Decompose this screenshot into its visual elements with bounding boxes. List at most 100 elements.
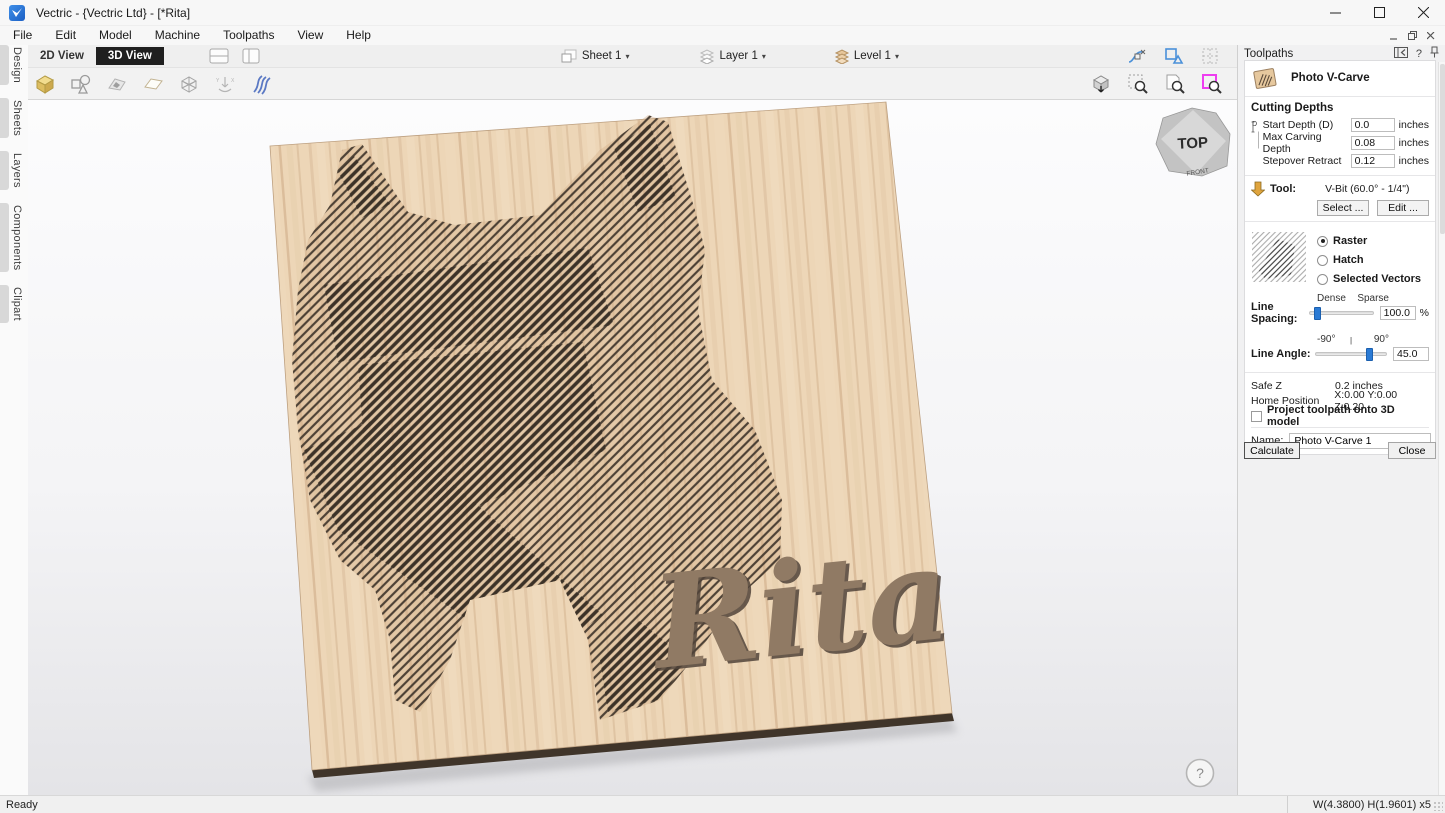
material-block-icon[interactable] bbox=[32, 71, 58, 97]
calculate-button[interactable]: Calculate bbox=[1244, 442, 1300, 459]
tab-3d-view[interactable]: 3D View bbox=[96, 47, 164, 65]
menu-view[interactable]: View bbox=[287, 26, 333, 45]
line-spacing-handle[interactable] bbox=[1314, 307, 1321, 320]
menu-machine[interactable]: Machine bbox=[145, 26, 210, 45]
line-spacing-block: Dense Sparse Line Spacing: % bbox=[1251, 293, 1429, 322]
project-toolpath-row: Project toolpath onto 3D model bbox=[1251, 408, 1429, 424]
raster-radio[interactable]: Raster bbox=[1317, 235, 1421, 247]
panel-help-icon[interactable]: ? bbox=[1416, 48, 1422, 60]
max-depth-row: Max Carving Depth inches bbox=[1263, 134, 1429, 152]
sidebar-tab-clipart[interactable]: Clipart bbox=[0, 285, 28, 323]
level-dropdown[interactable]: Level 1▾ bbox=[832, 48, 899, 64]
grid-snap-icon[interactable] bbox=[1197, 43, 1223, 69]
sheet-dropdown-label: Sheet 1 bbox=[582, 50, 622, 62]
menu-file[interactable]: File bbox=[3, 26, 42, 45]
sidebar-tab-components[interactable]: Components bbox=[0, 203, 28, 272]
sidebar-tab-layers[interactable]: Layers bbox=[0, 151, 28, 190]
line-angle-handle[interactable] bbox=[1366, 348, 1373, 361]
layer-dropdown[interactable]: Layer 1▾ bbox=[697, 48, 765, 64]
sparse-label: Sparse bbox=[1357, 293, 1389, 304]
vectric-app-window: Vectric - {Vectric Ltd} - [*Rita] File E… bbox=[0, 0, 1445, 813]
mdi-minimize-button[interactable] bbox=[1390, 27, 1398, 45]
max-depth-unit: inches bbox=[1399, 137, 1429, 149]
vbit-depth-diagram: D bbox=[1251, 116, 1259, 168]
max-depth-input[interactable] bbox=[1351, 136, 1395, 150]
zoom-box-icon[interactable] bbox=[1125, 71, 1151, 97]
material-plane-icon[interactable] bbox=[140, 71, 166, 97]
raster-label: Raster bbox=[1333, 235, 1367, 247]
radio-icon bbox=[1317, 236, 1328, 247]
menu-help[interactable]: Help bbox=[336, 26, 381, 45]
snap-geometry-icon[interactable] bbox=[1125, 43, 1151, 69]
cutting-depths-section: Cutting Depths D Start Depth (D) inches bbox=[1245, 97, 1435, 176]
isometric-view-icon[interactable] bbox=[1088, 71, 1114, 97]
datum-position-icon[interactable]: YX bbox=[212, 71, 238, 97]
3d-view-toolbar: YX bbox=[28, 68, 1237, 100]
project-toolpath-checkbox[interactable] bbox=[1251, 411, 1262, 422]
toolpath-visibility-icon[interactable] bbox=[248, 71, 274, 97]
zoom-selection-icon[interactable] bbox=[1199, 71, 1225, 97]
radio-icon bbox=[1317, 274, 1328, 285]
tool-edit-button[interactable]: Edit ... bbox=[1377, 200, 1429, 216]
view-orientation-cube[interactable]: TOP FRONT bbox=[1156, 108, 1230, 178]
line-spacing-slider[interactable] bbox=[1309, 311, 1374, 315]
pin-panel-icon[interactable] bbox=[1430, 46, 1439, 61]
stepover-retract-unit: inches bbox=[1399, 155, 1429, 167]
bitmap-visibility-icon[interactable] bbox=[104, 71, 130, 97]
level-icon bbox=[832, 48, 850, 64]
stepover-retract-row: Stepover Retract inches bbox=[1263, 152, 1429, 170]
status-bar: Ready W(4.3800) H(1.9601) x5 bbox=[0, 795, 1445, 813]
level-dropdown-label: Level 1 bbox=[854, 50, 891, 62]
zoom-drawing-icon[interactable] bbox=[1162, 71, 1188, 97]
line-angle-input[interactable] bbox=[1393, 347, 1429, 361]
sidebar-tab-design[interactable]: Design bbox=[0, 45, 28, 85]
svg-text:Y: Y bbox=[216, 78, 220, 84]
menu-model[interactable]: Model bbox=[89, 26, 142, 45]
cutting-depths-title: Cutting Depths bbox=[1251, 102, 1429, 114]
close-panel-button[interactable]: Close bbox=[1388, 442, 1436, 459]
vectors-visibility-icon[interactable] bbox=[68, 71, 94, 97]
stepover-retract-input[interactable] bbox=[1351, 154, 1395, 168]
collapse-panel-icon[interactable] bbox=[1394, 47, 1408, 61]
line-spacing-label: Line Spacing: bbox=[1251, 301, 1309, 325]
layer-dropdown-label: Layer 1 bbox=[719, 50, 757, 62]
tool-arrow-icon bbox=[1251, 181, 1265, 197]
side-tab-strip: Design Sheets Layers Components Clipart bbox=[0, 45, 28, 795]
start-depth-unit: inches bbox=[1399, 119, 1429, 131]
photo-vcarve-form: Photo V-Carve Cutting Depths D Start Dep… bbox=[1244, 60, 1436, 455]
carved-name: Rita Rita bbox=[643, 518, 960, 702]
start-depth-input[interactable] bbox=[1351, 118, 1395, 132]
mdi-close-button[interactable] bbox=[1427, 27, 1435, 45]
split-horizontal-icon[interactable] bbox=[206, 43, 232, 69]
wireframe-model-icon[interactable] bbox=[176, 71, 202, 97]
canvas-help-button[interactable]: ? bbox=[1187, 760, 1214, 787]
chevron-down-icon: ▾ bbox=[625, 52, 629, 61]
tool-value: V-Bit (60.0° - 1/4") bbox=[1325, 183, 1409, 195]
status-message: Ready bbox=[0, 799, 38, 811]
tool-select-button[interactable]: Select ... bbox=[1317, 200, 1369, 216]
3d-view-canvas[interactable]: Rita Rita TOP FRONT ? bbox=[28, 100, 1237, 795]
line-spacing-input[interactable] bbox=[1380, 306, 1416, 320]
selected-vectors-radio[interactable]: Selected Vectors bbox=[1317, 273, 1421, 285]
hatch-label: Hatch bbox=[1333, 254, 1364, 266]
split-vertical-icon[interactable] bbox=[238, 43, 264, 69]
line-spacing-unit: % bbox=[1420, 307, 1429, 319]
start-depth-label: Start Depth (D) bbox=[1263, 119, 1351, 131]
hatch-radio[interactable]: Hatch bbox=[1317, 254, 1421, 266]
line-angle-slider[interactable] bbox=[1315, 352, 1387, 356]
resize-grip[interactable] bbox=[1433, 801, 1443, 811]
sheet-dropdown[interactable]: Sheet 1▾ bbox=[560, 48, 630, 64]
maximize-button[interactable] bbox=[1357, 0, 1401, 26]
radio-icon bbox=[1317, 255, 1328, 266]
panel-scrollbar[interactable] bbox=[1438, 62, 1445, 795]
sidebar-tab-sheets[interactable]: Sheets bbox=[0, 98, 28, 138]
mdi-restore-button[interactable] bbox=[1408, 27, 1417, 45]
smart-snap-icon[interactable] bbox=[1161, 43, 1187, 69]
angle-max-label: 90° bbox=[1374, 334, 1389, 345]
tab-2d-view[interactable]: 2D View bbox=[28, 47, 96, 65]
menu-edit[interactable]: Edit bbox=[45, 26, 86, 45]
viewcube-top-label: TOP bbox=[1177, 134, 1208, 153]
minimize-button[interactable] bbox=[1313, 0, 1357, 26]
vectric-logo-icon bbox=[9, 5, 25, 21]
close-button[interactable] bbox=[1401, 0, 1445, 26]
